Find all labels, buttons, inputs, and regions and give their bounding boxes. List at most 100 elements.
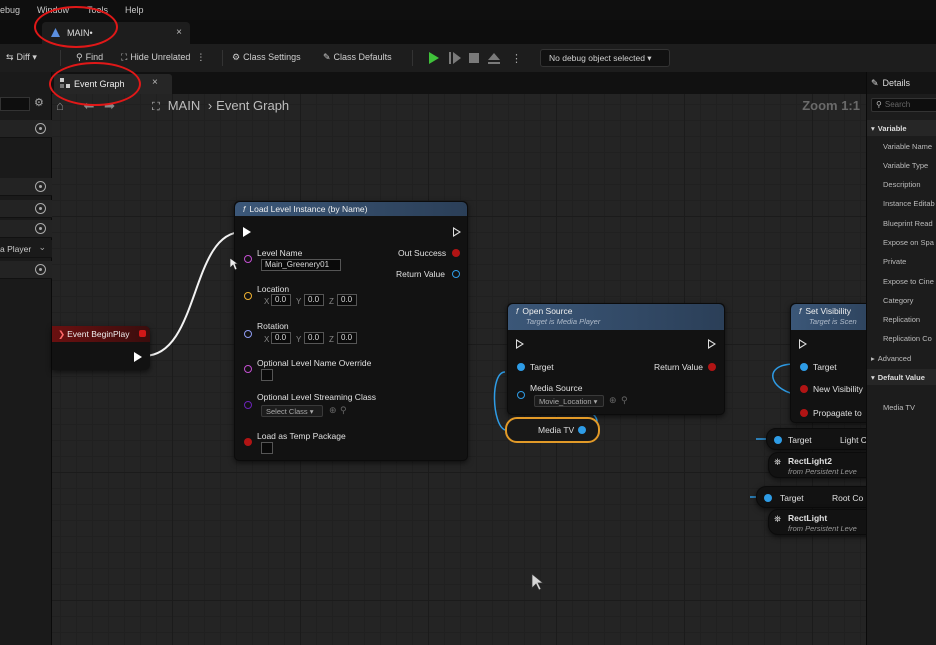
advanced-section[interactable]: ▸ Advanced: [867, 350, 936, 366]
variable-category[interactable]: ▾ Variable: [867, 120, 936, 136]
media-source-label: Media Source: [530, 383, 583, 393]
media-source-pin[interactable]: [517, 391, 525, 399]
exec-out-pin[interactable]: [708, 339, 716, 349]
details-search-input[interactable]: ⚲ Search: [871, 98, 936, 112]
detail-row-replication-condition: Replication Co: [883, 334, 932, 343]
open-source-title: Open Source: [522, 306, 573, 316]
root-component-getter-node[interactable]: Target Root Co: [756, 486, 876, 508]
level-name-label: Level Name: [257, 248, 303, 258]
level-name-override-pin[interactable]: [244, 365, 252, 373]
rectlight2-reference-node[interactable]: ⛯ RectLight2 from Persistent Leve: [768, 452, 878, 478]
event-beginplay-node[interactable]: ❯ Event BeginPlay: [52, 326, 150, 370]
location-pin[interactable]: [244, 292, 252, 300]
detail-row-description: Description: [883, 180, 921, 189]
media-tv-variable-node[interactable]: Media TV: [505, 417, 600, 443]
browse-icon[interactable]: ⚲: [340, 405, 347, 416]
actor-icon: ⛯: [774, 457, 782, 467]
cursor-icon: [229, 257, 239, 271]
target-pin[interactable]: [800, 363, 808, 371]
out-success-label: Out Success: [398, 248, 447, 258]
exec-out-pin[interactable]: [134, 352, 142, 362]
media-tv-output-pin[interactable]: [578, 426, 586, 434]
rectlight2-name: RectLight2: [788, 456, 832, 466]
details-panel: ✎ Details ⚲ Search ▾ Variable Variable Name…: [866, 72, 936, 645]
streaming-class-select[interactable]: Select Class ▾: [261, 405, 323, 417]
function-icon: f: [243, 204, 246, 214]
delegate-pin[interactable]: [139, 330, 146, 337]
rotation-pin[interactable]: [244, 330, 252, 338]
target-pin[interactable]: [517, 363, 525, 371]
root-property-label: Root Co: [832, 493, 864, 503]
default-value-category[interactable]: ▾ Default Value: [867, 369, 936, 385]
load-level-instance-title: Load Level Instance (by Name): [249, 204, 368, 214]
set-visibility-subtitle: Target is Scen: [809, 317, 857, 326]
detail-row-instance-editable: Instance Editab: [883, 199, 935, 208]
temp-package-label: Load as Temp Package: [257, 431, 346, 441]
object-wire: [493, 371, 506, 431]
target-label: Target: [813, 362, 837, 372]
cursor-icon: [531, 573, 544, 591]
rectlight-from: from Persistent Leve: [788, 524, 857, 533]
exec-out-pin[interactable]: [453, 227, 461, 237]
event-beginplay-header: ❯ Event BeginPlay: [52, 326, 150, 342]
location-label: Location: [257, 284, 290, 294]
rotation-x-axis: X: [264, 335, 270, 344]
new-visibility-pin[interactable]: [800, 385, 808, 393]
return-value-pin[interactable]: [452, 270, 460, 278]
return-value-pin[interactable]: [708, 363, 716, 371]
temp-package-checkbox[interactable]: [261, 442, 273, 454]
load-level-instance-header: f Load Level Instance (by Name): [235, 202, 467, 216]
detail-row-variable-name: Variable Name: [883, 142, 933, 151]
out-success-pin[interactable]: [452, 249, 460, 257]
event-icon: ❯: [58, 329, 66, 339]
light-target-label: Target: [788, 435, 812, 445]
function-icon: f: [516, 306, 519, 316]
details-header: ✎ Details: [867, 72, 936, 94]
default-value-label: Default Value: [877, 373, 925, 382]
detail-row-private: Private: [883, 257, 907, 266]
level-name-pin[interactable]: [244, 255, 252, 263]
blueprint-editor-window: ebug Window Tools Help MAIN• × ⇆ Diff ▾ ⚲…: [0, 0, 936, 645]
detail-row-replication: Replication: [883, 315, 921, 324]
rectlight-reference-node[interactable]: ⛯ RectLight from Persistent Leve: [768, 509, 878, 535]
return-value-label: Return Value: [396, 269, 445, 279]
light-property-label: Light C: [840, 435, 867, 445]
rectlight-name: RectLight: [788, 513, 828, 523]
location-x-axis: X: [264, 297, 270, 306]
level-name-override-label: Optional Level Name Override: [257, 358, 372, 368]
rotation-y-input[interactable]: 0.0: [304, 332, 324, 344]
detail-row-expose-to-cinematics: Expose to Cine: [883, 277, 934, 286]
detail-row-variable-type: Variable Type: [883, 161, 929, 170]
location-y-input[interactable]: 0.0: [304, 294, 324, 306]
location-x-input[interactable]: 0.0: [271, 294, 291, 306]
exec-in-pin[interactable]: [243, 227, 251, 237]
exec-in-pin[interactable]: [799, 339, 807, 349]
new-visibility-label: New Visibility: [813, 384, 863, 394]
level-name-input[interactable]: Main_Greenery01: [261, 259, 341, 271]
annotation-circle: [49, 62, 141, 106]
advanced-label: Advanced: [877, 354, 912, 363]
chevron-down-icon: ▾: [871, 124, 875, 133]
browse-icon[interactable]: ⚲: [621, 395, 628, 406]
variable-category-label: Variable: [877, 124, 907, 133]
target-pin[interactable]: [764, 494, 772, 502]
media-source-select[interactable]: Movie_Location ▾: [534, 395, 604, 407]
open-source-node[interactable]: f Open Source Target is Media Player Targ…: [507, 303, 725, 415]
search-icon: ⚲: [876, 100, 882, 109]
light-getter-node[interactable]: Target Light C: [766, 428, 876, 450]
rotation-z-input[interactable]: 0.0: [337, 332, 357, 344]
level-name-override-checkbox[interactable]: [261, 369, 273, 381]
location-z-input[interactable]: 0.0: [337, 294, 357, 306]
streaming-class-pin[interactable]: [244, 401, 252, 409]
use-selected-icon[interactable]: ⊕: [609, 395, 617, 406]
rotation-x-input[interactable]: 0.0: [271, 332, 291, 344]
rotation-label: Rotation: [257, 321, 289, 331]
use-selected-icon[interactable]: ⊕: [329, 405, 337, 416]
temp-package-pin[interactable]: [244, 438, 252, 446]
target-pin[interactable]: [774, 436, 782, 444]
load-level-instance-node[interactable]: f Load Level Instance (by Name) Level Nam…: [234, 201, 468, 461]
exec-in-pin[interactable]: [516, 339, 524, 349]
annotation-circle: [34, 6, 118, 48]
propagate-pin[interactable]: [800, 409, 808, 417]
set-visibility-title: Set Visibility: [805, 306, 852, 316]
